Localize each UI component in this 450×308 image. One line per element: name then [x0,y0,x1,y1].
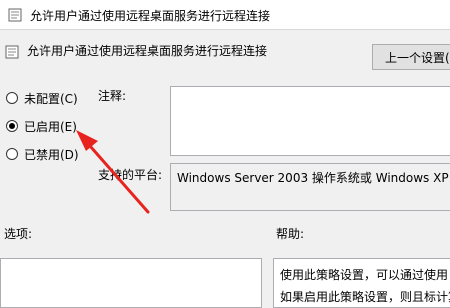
window-title: 允许用户通过使用远程桌面服务进行远程连接 [30,9,271,23]
comment-field[interactable] [170,86,450,156]
radio-enabled[interactable]: 已启用(E) [6,117,96,135]
help-panel: 使用此策略设置，可以通过使用 如果启用此策略设置，则且标计算 [273,258,450,308]
policy-icon [5,45,19,59]
radio-circle[interactable] [6,148,18,160]
help-label: 帮助: [276,227,305,241]
title-bar: 允许用户通过使用远程桌面服务进行远程连接 [0,0,450,30]
radio-circle[interactable] [6,92,18,104]
options-label: 选项: [4,227,33,241]
radio-label: 已启用(E) [24,120,77,134]
radio-circle[interactable] [6,120,18,132]
radio-label: 已禁用(D) [24,148,79,162]
supported-platform-label: 支持的平台: [98,168,163,182]
help-text-line: 使用此策略设置，可以通过使用 [280,268,449,282]
policy-name: 允许用户通过使用远程桌面服务进行远程连接 [27,44,268,58]
supported-platform-field: Windows Server 2003 操作系统或 Windows XP Pro [170,163,450,211]
radio-not-configured[interactable]: 未配置(C) [6,89,96,107]
radio-label: 未配置(C) [24,92,78,106]
comment-label: 注释: [98,89,127,103]
previous-setting-button[interactable]: 上一个设置(P) [372,44,450,70]
radio-disabled[interactable]: 已禁用(D) [6,145,96,163]
radio-selected-dot [9,123,15,129]
options-panel [0,258,262,308]
policy-icon [8,8,22,22]
help-text-line: 如果启用此策略设置，则且标计算 [280,290,450,304]
